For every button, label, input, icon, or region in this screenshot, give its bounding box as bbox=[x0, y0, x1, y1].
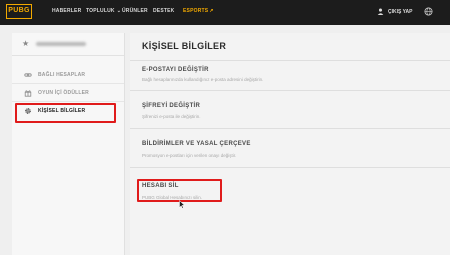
divider bbox=[130, 128, 450, 129]
sidebar-item-label: OYUN İÇİ ÖDÜLLER bbox=[38, 90, 89, 96]
highlight-box-delete-account bbox=[137, 179, 222, 202]
option-title: ŞİFREYİ DEĞİŞTİR bbox=[142, 103, 201, 109]
sidebar-item-ingame-rewards[interactable]: OYUN İÇİ ÖDÜLLER bbox=[12, 85, 124, 102]
top-nav-bar: PUBG HABERLER TOPLULUK ⌄ ÜRÜNLER DESTEK E… bbox=[0, 0, 450, 25]
option-desc: Bağlı hesaplarınızda kullandığınız e-pos… bbox=[142, 77, 264, 82]
divider bbox=[130, 60, 450, 61]
highlight-box-personal-info bbox=[15, 103, 116, 123]
nav-link-news[interactable]: HABERLER bbox=[52, 8, 81, 14]
option-desc: Şifrenizi e-posta ile değiştirin. bbox=[142, 114, 201, 119]
logout-link[interactable]: ÇIKIŞ YAP bbox=[388, 9, 412, 15]
nav-link-support[interactable]: DESTEK bbox=[153, 8, 174, 14]
divider bbox=[130, 167, 450, 168]
divider bbox=[130, 90, 450, 91]
sidebar: ★ BAĞLI HESAPLAR OYUN İÇİ ÖDÜLLER KİŞİSE… bbox=[12, 33, 125, 255]
profile-header: ★ bbox=[12, 33, 124, 56]
nav-link-products[interactable]: ÜRÜNLER bbox=[122, 8, 148, 14]
user-icon bbox=[377, 8, 384, 15]
blurred-email bbox=[36, 42, 86, 46]
option-title: BİLDİRİMLER VE YASAL ÇERÇEVE bbox=[142, 141, 251, 147]
nav-link-community[interactable]: TOPLULUK ⌄ bbox=[86, 8, 121, 14]
gift-icon bbox=[24, 90, 32, 97]
mouse-cursor-icon bbox=[179, 200, 185, 209]
external-link-icon: ↗ bbox=[209, 8, 214, 14]
sidebar-item-linked-accounts[interactable]: BAĞLI HESAPLAR bbox=[12, 67, 124, 84]
star-icon: ★ bbox=[22, 39, 30, 48]
option-desc: Promosyon e-postları için verilen onayı … bbox=[142, 153, 237, 158]
link-icon bbox=[24, 73, 32, 77]
page-title: KİŞİSEL BİLGİLER bbox=[142, 41, 227, 51]
sidebar-item-label: BAĞLI HESAPLAR bbox=[38, 72, 86, 78]
pubg-logo[interactable]: PUBG bbox=[6, 4, 32, 19]
option-title: E-POSTAYI DEĞİŞTİR bbox=[142, 67, 209, 73]
nav-link-esports[interactable]: ESPORTS↗ bbox=[183, 8, 214, 14]
main-content: KİŞİSEL BİLGİLER E-POSTAYI DEĞİŞTİR Bağl… bbox=[130, 33, 450, 255]
chevron-down-icon: ⌄ bbox=[116, 8, 122, 14]
globe-icon[interactable] bbox=[424, 7, 433, 16]
